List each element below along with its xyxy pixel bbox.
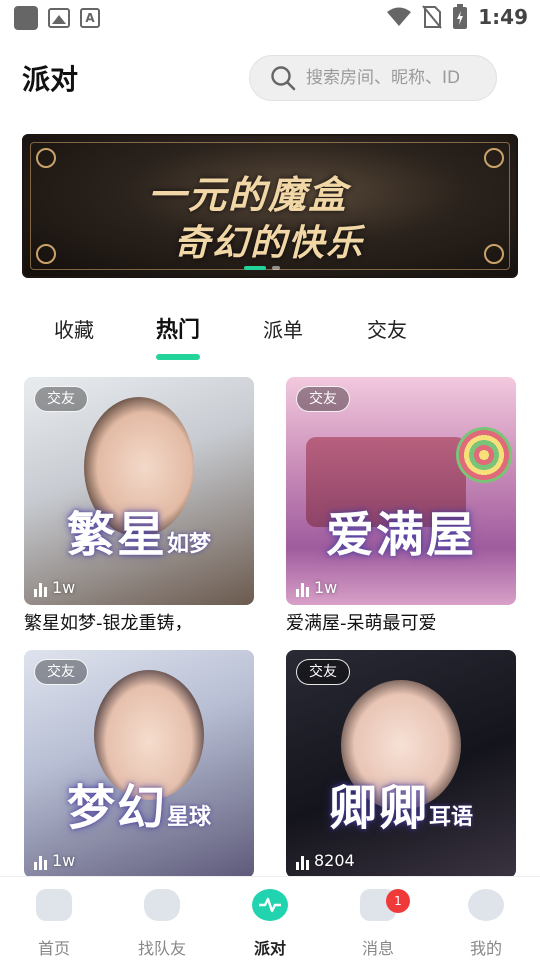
no-sim-icon — [422, 5, 443, 29]
nav-find-teammates[interactable]: 找队友 — [122, 889, 202, 959]
pager-dot — [272, 266, 280, 270]
room-card[interactable]: 交友 梦幻星球 1w — [24, 650, 254, 878]
party-icon — [252, 889, 288, 921]
room-listener-count: 1w — [34, 851, 75, 870]
room-listener-count: 1w — [34, 578, 75, 597]
nav-label: 消息 — [361, 939, 394, 958]
room-tag: 交友 — [296, 386, 350, 412]
room-name[interactable]: 繁星如梦-银龙重铸， — [24, 609, 193, 635]
wifi-icon — [387, 7, 412, 26]
room-listener-count: 8204 — [296, 851, 355, 870]
nav-messages[interactable]: 1 消息 — [338, 889, 418, 959]
home-icon — [36, 889, 72, 921]
room-card[interactable]: 交友 爱满屋 1w — [286, 377, 516, 605]
room-cover-art: 卿卿耳语 — [286, 768, 516, 838]
room-card[interactable]: 交友 繁星如梦 1w — [24, 377, 254, 605]
nav-profile[interactable]: 我的 — [446, 889, 526, 959]
audio-bars-icon — [34, 854, 47, 870]
listener-count-value: 8204 — [314, 851, 355, 870]
pager-dot-active — [244, 266, 266, 270]
banner-pager — [244, 266, 280, 270]
font-notification-icon: A — [80, 8, 100, 28]
ornament-icon — [36, 148, 56, 168]
cover-art-title: 繁星 — [66, 507, 167, 563]
room-cover-art: 爱满屋 — [286, 495, 516, 565]
battery-icon — [453, 4, 468, 29]
room-tag: 交友 — [296, 659, 350, 685]
room-card[interactable]: 交友 卿卿耳语 8204 — [286, 650, 516, 878]
ornament-icon — [484, 148, 504, 168]
search-icon — [271, 66, 296, 91]
tab-indicator — [156, 354, 200, 360]
promo-banner[interactable]: 一元的魔盒 奇幻的快乐 — [22, 134, 518, 278]
banner-subheadline: 奇幻的快乐 — [174, 223, 365, 264]
profile-icon — [468, 889, 504, 921]
audio-bars-icon — [296, 581, 309, 597]
search-bar[interactable] — [249, 55, 497, 101]
cover-art-title: 爱满屋 — [325, 507, 476, 563]
gamepad-icon — [144, 889, 180, 921]
category-tabs: 收藏 热门 派单 交友 — [0, 306, 540, 364]
listener-count-value: 1w — [314, 578, 338, 597]
search-input[interactable] — [306, 68, 486, 88]
nav-home[interactable]: 首页 — [14, 889, 94, 959]
cover-art-title: 梦幻 — [66, 780, 167, 836]
nav-party[interactable]: 派对 — [230, 889, 310, 959]
image-notification-icon — [48, 8, 70, 28]
nav-label: 首页 — [37, 939, 70, 958]
tab-friends[interactable]: 交友 — [367, 314, 407, 343]
nav-label: 我的 — [469, 939, 502, 958]
cover-art-subtitle: 星球 — [167, 805, 212, 830]
banner-headline: 一元的魔盒 — [148, 173, 349, 217]
listener-count-value: 1w — [52, 851, 76, 870]
ornament-icon — [484, 244, 504, 264]
room-tag: 交友 — [34, 659, 88, 685]
room-name[interactable]: 爱满屋-呆萌最可爱 — [286, 609, 437, 635]
nav-label: 派对 — [253, 939, 286, 958]
room-cover-art: 繁星如梦 — [24, 495, 254, 565]
cover-art-subtitle: 如梦 — [167, 532, 212, 557]
app-notification-icon — [14, 6, 38, 30]
tab-hot[interactable]: 热门 — [156, 312, 200, 344]
lollipop-decoration — [456, 427, 512, 483]
audio-bars-icon — [296, 854, 309, 870]
cover-art-subtitle: 耳语 — [429, 805, 474, 830]
room-tag: 交友 — [34, 386, 88, 412]
nav-label: 找队友 — [137, 939, 186, 958]
cover-art-title: 卿卿 — [328, 780, 429, 836]
status-bar: A 1:49 — [0, 0, 540, 36]
audio-bars-icon — [34, 581, 47, 597]
room-cover-art: 梦幻星球 — [24, 768, 254, 838]
room-listener-count: 1w — [296, 578, 337, 597]
unread-badge: 1 — [386, 889, 410, 913]
status-time: 1:49 — [478, 5, 528, 29]
tab-favorites[interactable]: 收藏 — [54, 314, 94, 343]
page-title: 派对 — [22, 63, 79, 96]
bottom-nav: 首页 找队友 派对 1 消息 我的 — [0, 876, 540, 960]
listener-count-value: 1w — [52, 578, 76, 597]
tab-dispatch[interactable]: 派单 — [263, 314, 303, 343]
ornament-icon — [36, 244, 56, 264]
